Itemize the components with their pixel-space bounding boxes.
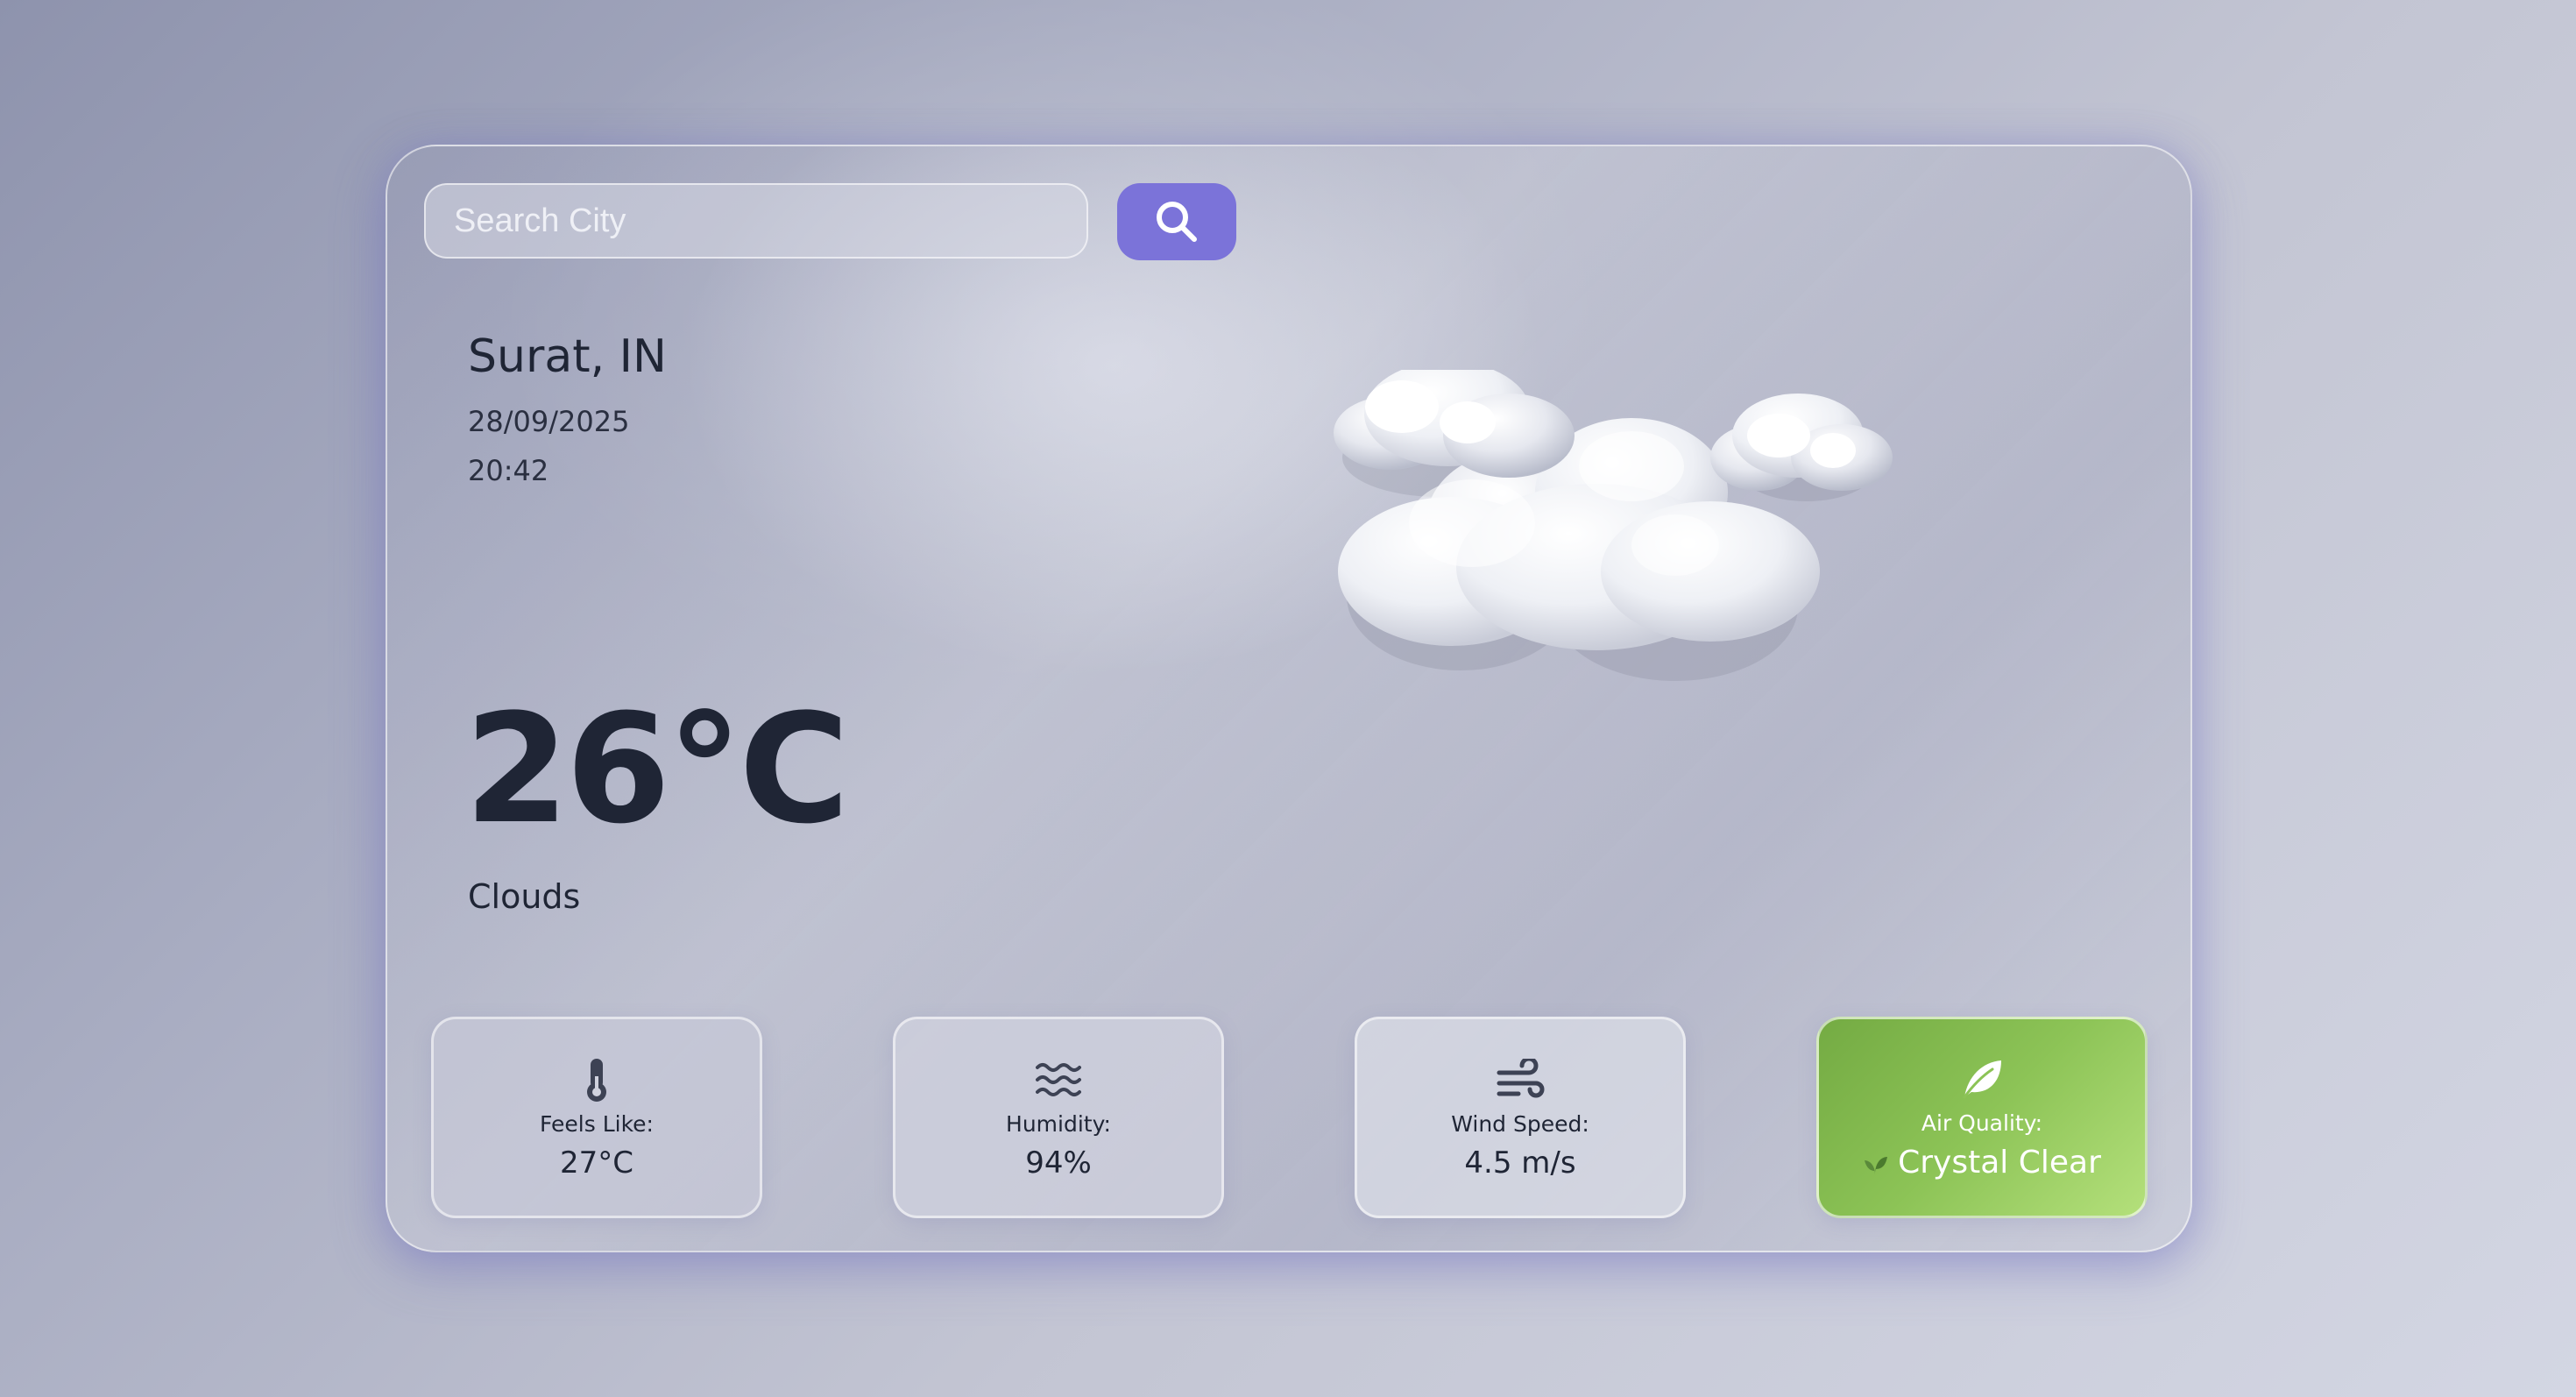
sprout-icon <box>1865 1157 1888 1174</box>
leaf-icon <box>1963 1060 2001 1099</box>
date-text: 28/09/2025 <box>468 405 630 438</box>
feels-like-value: 27°C <box>559 1145 633 1181</box>
search-icon <box>1157 202 1197 242</box>
feels-like-card: Feels Like: 27°C <box>431 1017 762 1218</box>
wind-speed-label: Wind Speed: <box>1451 1110 1589 1137</box>
water-waves-icon <box>1036 1062 1081 1096</box>
clouds-icon <box>1334 370 1893 681</box>
air-quality-label: Air Quality: <box>1921 1110 2043 1136</box>
wind-speed-value: 4.5 m/s <box>1464 1145 1576 1181</box>
humidity-value: 94% <box>1025 1145 1092 1181</box>
air-quality-value: Crystal Clear <box>1898 1145 2101 1181</box>
thermometer-icon <box>587 1058 606 1102</box>
search-input[interactable] <box>424 183 1088 259</box>
humidity-label: Humidity: <box>1006 1110 1111 1137</box>
wind-speed-card: Wind Speed: 4.5 m/s <box>1355 1017 1686 1218</box>
wind-icon <box>1497 1058 1545 1097</box>
weather-condition: Clouds <box>468 877 581 916</box>
air-quality-card: Air Quality: Crystal Clear <box>1816 1017 2148 1218</box>
weather-card: Surat, IN 28/09/2025 20:42 26°C Clouds <box>386 145 2192 1252</box>
feels-like-label: Feels Like: <box>540 1110 654 1137</box>
location-name: Surat, IN <box>468 330 667 383</box>
humidity-card: Humidity: 94% <box>893 1017 1224 1218</box>
temperature: 26°C <box>464 681 850 857</box>
time-text: 20:42 <box>468 454 549 487</box>
search-button[interactable] <box>1117 183 1236 260</box>
air-quality-value-row: Crystal Clear <box>1863 1145 2101 1181</box>
